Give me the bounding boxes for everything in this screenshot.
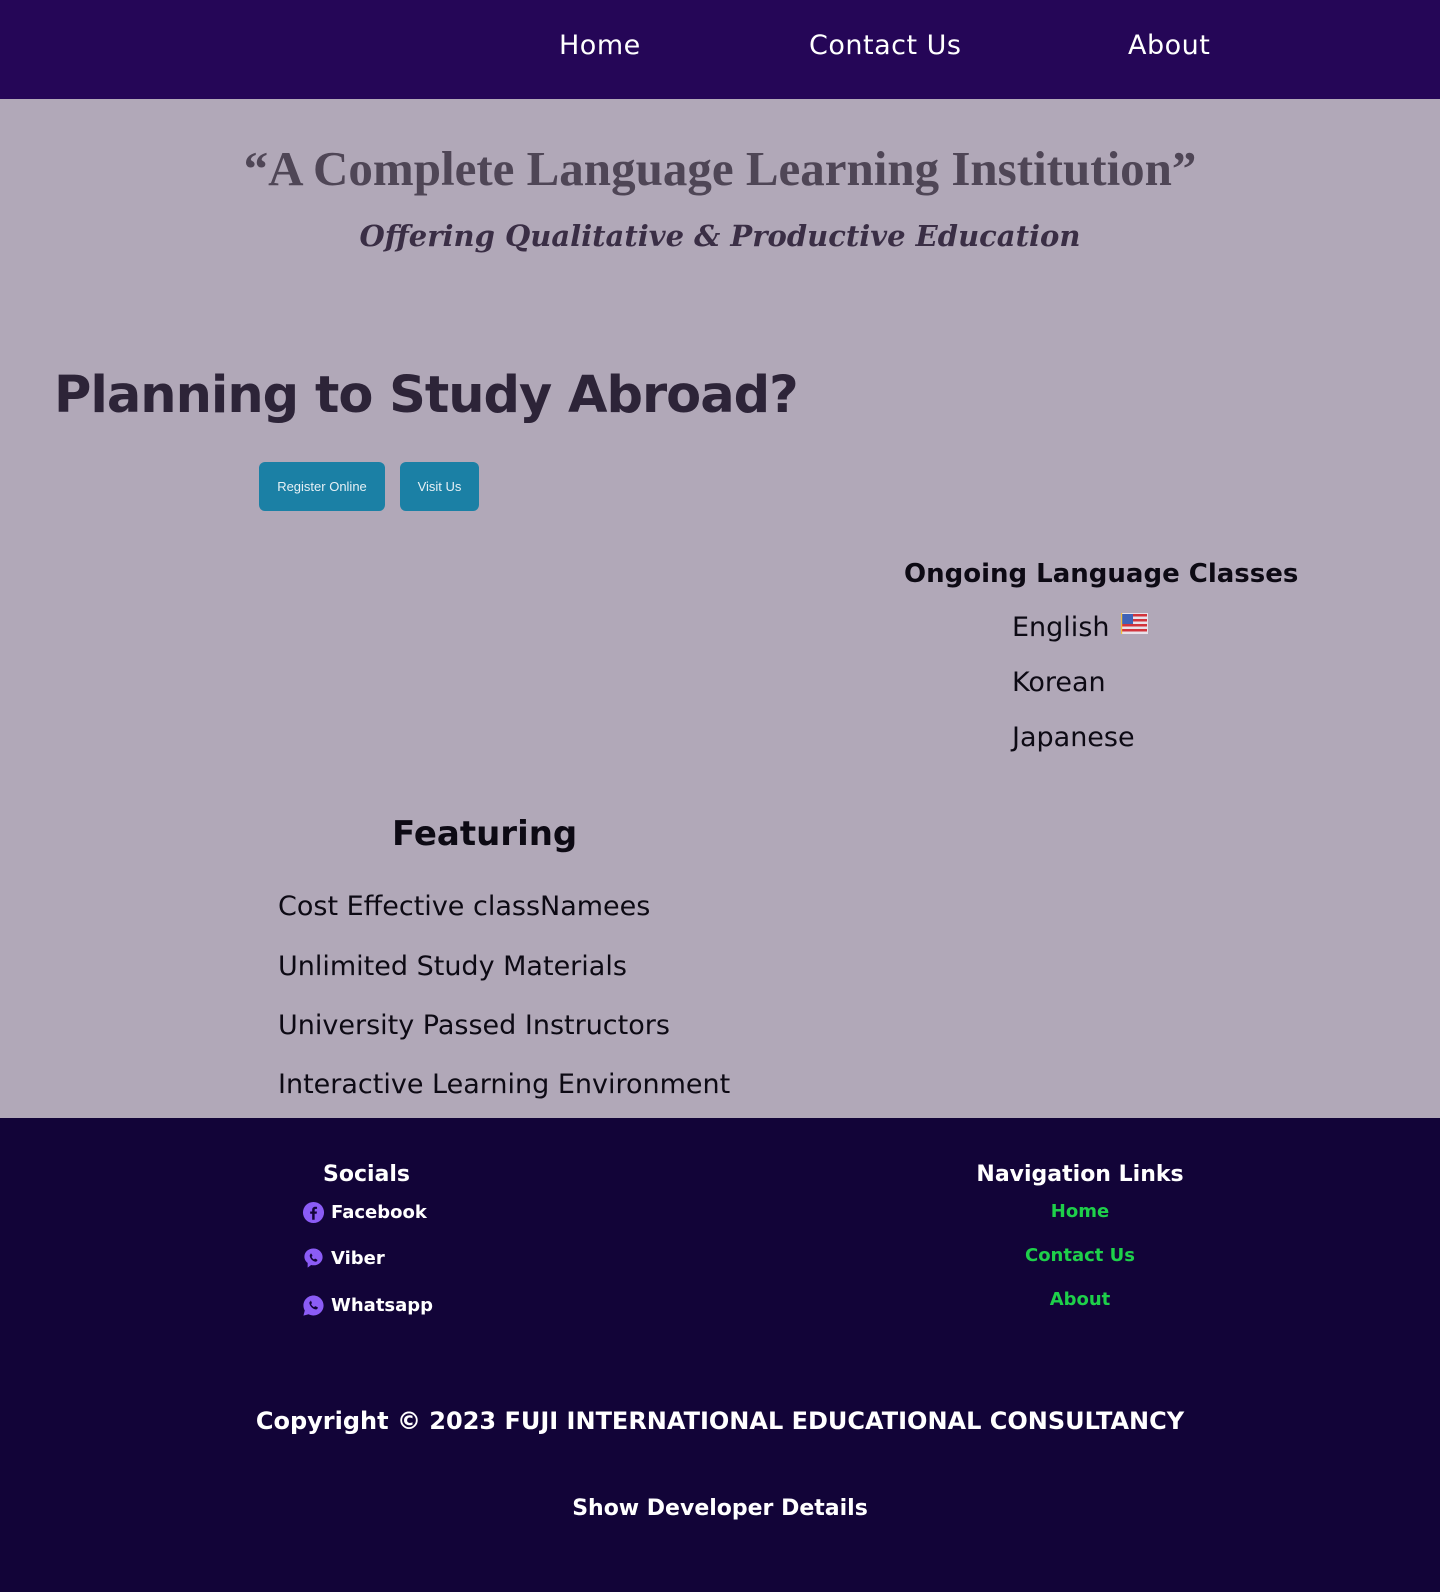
copyright-text: Copyright © 2023 FUJI INTERNATIONAL EDUC… [255, 1407, 1185, 1435]
class-item-korean: Korean [1012, 667, 1106, 698]
class-item-japanese: Japanese [1012, 722, 1135, 753]
whatsapp-icon [303, 1295, 324, 1316]
nav-home-link[interactable]: Home [559, 30, 641, 61]
social-label: Viber [331, 1248, 385, 1269]
show-developer-details-button[interactable]: Show Developer Details [0, 1496, 1440, 1521]
top-navigation: Home Contact Us About [0, 0, 1440, 99]
ongoing-classes-title: Ongoing Language Classes [904, 559, 1299, 589]
viber-icon [304, 1248, 323, 1268]
social-link-viber[interactable]: Viber [302, 1247, 385, 1270]
feature-item: Cost Effective classNamees [278, 891, 651, 922]
feature-item: Unlimited Study Materials [278, 951, 627, 982]
social-label: Facebook [331, 1202, 427, 1223]
class-item-english: English [1012, 612, 1110, 643]
footer-link-about[interactable]: About [880, 1289, 1280, 1310]
footer: Socials Facebook Viber Whatsapp Navigati… [0, 1118, 1440, 1592]
footer-link-contact[interactable]: Contact Us [880, 1245, 1280, 1266]
footer-navigation: Navigation Links Home Contact Us About [880, 1118, 1280, 1418]
visit-us-button[interactable]: Visit Us [400, 462, 479, 511]
us-flag-icon [1121, 613, 1148, 634]
featuring-title: Featuring [392, 814, 578, 854]
hero-quote: “A Complete Language Learning Institutio… [243, 141, 1197, 196]
feature-item: Interactive Learning Environment [278, 1069, 731, 1100]
nav-contact-link[interactable]: Contact Us [809, 30, 961, 61]
hero-subtitle: Offering Qualitative & Productive Educat… [359, 219, 1081, 253]
nav-about-link[interactable]: About [1128, 30, 1210, 61]
footer-link-home[interactable]: Home [880, 1201, 1280, 1222]
social-link-facebook[interactable]: Facebook [302, 1201, 427, 1224]
study-abroad-title: Planning to Study Abroad? [54, 366, 799, 425]
social-label: Whatsapp [331, 1295, 434, 1316]
feature-item: University Passed Instructors [278, 1010, 670, 1041]
facebook-icon [302, 1201, 325, 1224]
register-online-button[interactable]: Register Online [259, 462, 385, 511]
socials-title: Socials [323, 1162, 411, 1187]
navigation-links-title: Navigation Links [976, 1162, 1184, 1187]
social-link-whatsapp[interactable]: Whatsapp [302, 1294, 433, 1317]
